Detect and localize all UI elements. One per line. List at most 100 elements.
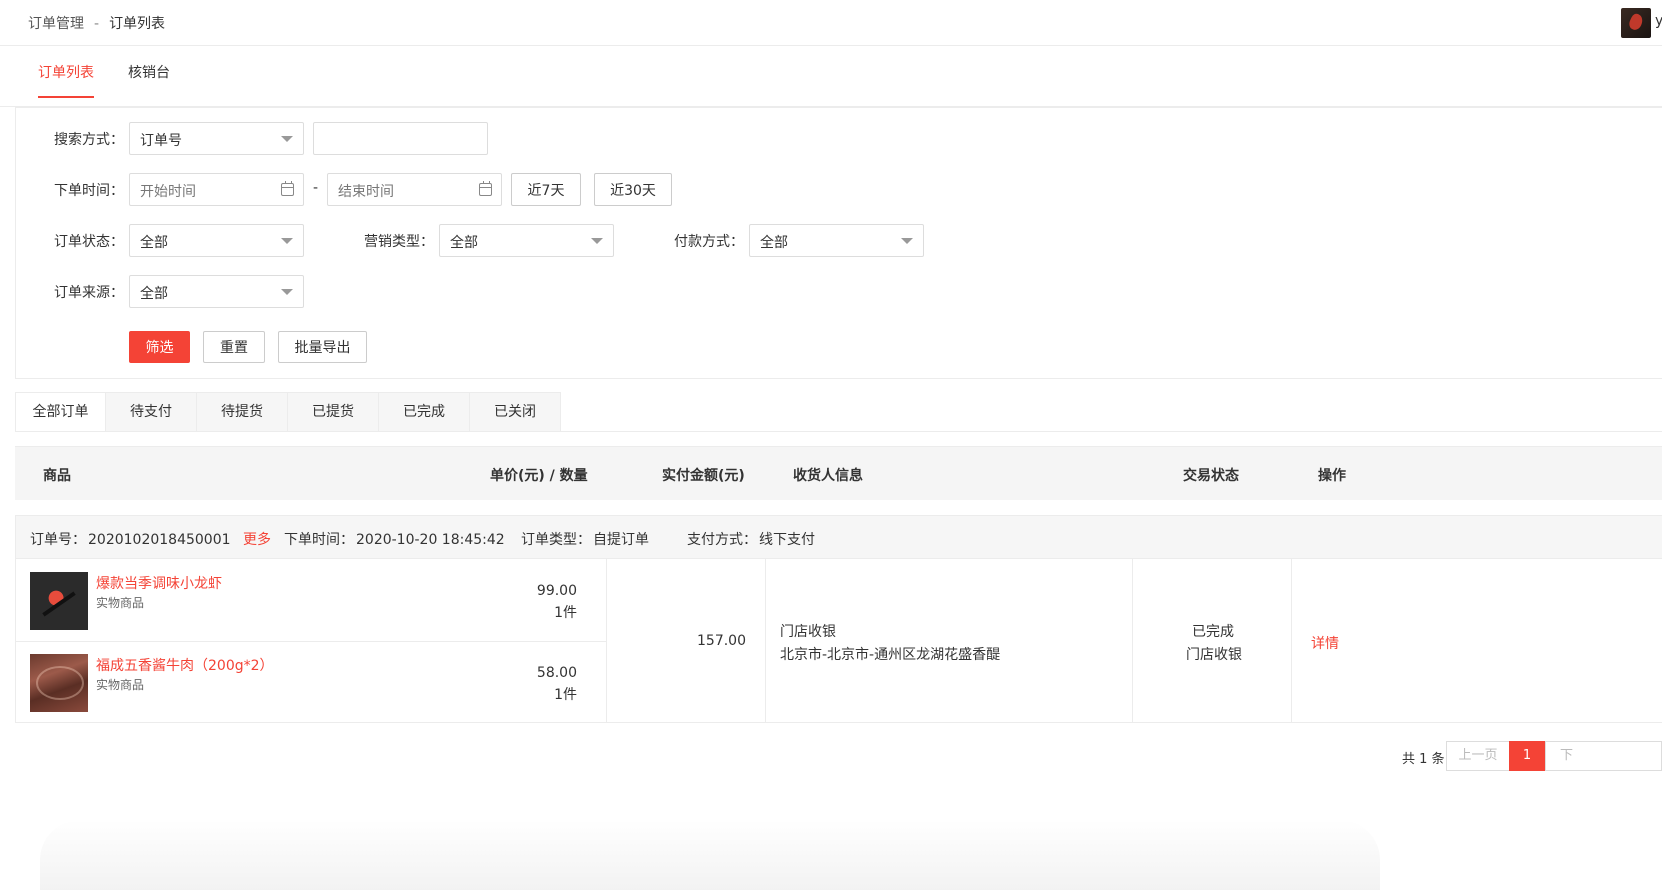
end-date-input[interactable]: 结束时间 xyxy=(327,173,502,206)
order-type-label: 订单类型： xyxy=(521,532,591,548)
order-status-label: 订单状态： xyxy=(54,234,124,250)
marketing-type-select[interactable]: 全部 xyxy=(439,224,614,257)
order-number: 订单号： 2020102018450001 更多 xyxy=(30,529,271,549)
tabs-divider xyxy=(15,431,1662,432)
chevron-down-icon xyxy=(281,289,293,295)
breadcrumb-item-order-management[interactable]: 订单管理 xyxy=(28,13,84,33)
payment-method-select[interactable]: 全部 xyxy=(749,224,924,257)
payment-method-value: 线下支付 xyxy=(759,532,815,548)
marketing-type-value: 全部 xyxy=(450,235,478,251)
page-1-button[interactable]: 1 xyxy=(1509,741,1545,771)
filter-button[interactable]: 筛选 xyxy=(129,331,190,363)
user-name[interactable]: y xyxy=(1655,13,1662,29)
order-status-select[interactable]: 全部 xyxy=(129,224,304,257)
tab-all-orders[interactable]: 全部订单 xyxy=(15,392,106,432)
payment-method-value: 全部 xyxy=(760,235,788,251)
order-time-label: 下单时间： xyxy=(284,532,354,548)
top-bar: 订单管理 - 订单列表 y xyxy=(0,0,1662,46)
search-input[interactable] xyxy=(313,122,488,155)
column-divider xyxy=(1132,559,1133,723)
search-method-label: 搜索方式： xyxy=(54,132,124,148)
payment-method: 支付方式： 线下支付 xyxy=(687,529,815,549)
product-name[interactable]: 福成五香酱牛肉（200g*2） xyxy=(96,655,274,675)
order-time-value: 2020-10-20 18:45:42 xyxy=(356,532,505,548)
next-page-button[interactable]: 下 xyxy=(1545,741,1662,771)
order-type-value: 自提订单 xyxy=(593,532,649,548)
product-thumbnail[interactable] xyxy=(30,654,88,712)
product-name[interactable]: 爆款当季调味小龙虾 xyxy=(96,573,222,593)
tab-order-list[interactable]: 订单列表 xyxy=(38,62,94,98)
calendar-icon xyxy=(281,181,294,196)
last-30-days-button[interactable]: 近30天 xyxy=(594,173,672,206)
chevron-down-icon xyxy=(281,238,293,244)
more-link[interactable]: 更多 xyxy=(243,532,271,548)
order-source-value: 全部 xyxy=(140,286,168,302)
table-header: 商品 单价(元) / 数量 实付金额(元) 收货人信息 交易状态 操作 xyxy=(15,446,1662,500)
column-receiver-info: 收货人信息 xyxy=(793,468,863,484)
calendar-icon xyxy=(479,181,492,196)
order-time: 下单时间： 2020-10-20 18:45:42 xyxy=(284,529,505,549)
tab-verification-desk[interactable]: 核销台 xyxy=(128,62,170,96)
chevron-down-icon xyxy=(591,238,603,244)
start-date-input[interactable]: 开始时间 xyxy=(129,173,304,206)
marketing-type-label: 营销类型： xyxy=(364,234,434,250)
tab-pending-payment[interactable]: 待支付 xyxy=(106,392,197,432)
column-divider xyxy=(606,559,607,723)
payment-method-label: 付款方式： xyxy=(674,234,744,250)
item-divider xyxy=(16,641,606,642)
order-number-label: 订单号： xyxy=(30,532,86,548)
order-type: 订单类型： 自提订单 xyxy=(521,529,649,549)
trade-status-detail: 门店收银 xyxy=(1186,647,1242,663)
product-quantity: 1件 xyxy=(554,687,577,703)
column-price-quantity: 单价(元) / 数量 xyxy=(490,468,588,484)
end-date-placeholder: 结束时间 xyxy=(338,184,394,200)
order-header: 订单号： 2020102018450001 更多 下单时间： 2020-10-20 … xyxy=(16,516,1662,559)
product-thumbnail[interactable] xyxy=(30,572,88,630)
chevron-down-icon xyxy=(281,136,293,142)
avatar[interactable] xyxy=(1621,8,1651,38)
column-action: 操作 xyxy=(1318,468,1346,484)
product-price: 58.00 xyxy=(536,665,577,681)
search-type-select[interactable]: 订单号 xyxy=(129,122,304,155)
column-divider xyxy=(765,559,766,723)
product-type: 实物商品 xyxy=(96,678,145,692)
last-7-days-button[interactable]: 近7天 xyxy=(511,173,581,206)
tab-closed[interactable]: 已关闭 xyxy=(470,392,561,432)
paid-amount: 157.00 xyxy=(697,633,746,649)
breadcrumb: 订单管理 - 订单列表 xyxy=(28,13,165,33)
pager-total: 共 1 条 xyxy=(1402,752,1445,767)
detail-link[interactable]: 详情 xyxy=(1311,633,1339,653)
trade-status: 已完成 xyxy=(1192,624,1234,640)
product-price: 99.00 xyxy=(536,583,577,599)
batch-export-button[interactable]: 批量导出 xyxy=(278,331,367,363)
date-range-separator: - xyxy=(313,180,319,196)
tab-picked-up[interactable]: 已提货 xyxy=(288,392,379,432)
order-status-tabs: 全部订单 待支付 待提货 已提货 已完成 已关闭 xyxy=(15,392,561,432)
breadcrumb-separator: - xyxy=(94,16,100,32)
order-status-value: 全部 xyxy=(140,235,168,251)
payment-method-label: 支付方式： xyxy=(687,532,757,548)
bottom-shadow xyxy=(40,820,1380,890)
tab-completed[interactable]: 已完成 xyxy=(379,392,470,432)
product-quantity: 1件 xyxy=(554,605,577,621)
filter-panel: 搜索方式： 订单号 下单时间： 开始时间 - 结束时间 近7天 近30天 订单状… xyxy=(15,107,1662,379)
search-type-value: 订单号 xyxy=(140,133,182,149)
receiver-address: 北京市-北京市-通州区龙湖花盛香醍 xyxy=(780,647,1001,663)
start-date-placeholder: 开始时间 xyxy=(140,184,196,200)
tab-pending-pickup[interactable]: 待提货 xyxy=(197,392,288,432)
breadcrumb-item-order-list: 订单列表 xyxy=(109,16,166,32)
page-tabs: 订单列表 核销台 xyxy=(0,47,1662,107)
product-type: 实物商品 xyxy=(96,596,145,610)
column-divider xyxy=(1291,559,1292,723)
order-source-label: 订单来源： xyxy=(54,285,124,301)
order-time-label: 下单时间： xyxy=(54,183,124,199)
column-paid-amount: 实付金额(元) xyxy=(662,468,745,484)
receiver-name: 门店收银 xyxy=(780,624,836,640)
chevron-down-icon xyxy=(901,238,913,244)
prev-page-button[interactable]: 上一页 xyxy=(1446,741,1510,771)
column-trade-status: 交易状态 xyxy=(1183,468,1239,484)
order-source-select[interactable]: 全部 xyxy=(129,275,304,308)
order-number-value: 2020102018450001 xyxy=(88,532,231,548)
reset-button[interactable]: 重置 xyxy=(203,331,265,363)
order-card: 订单号： 2020102018450001 更多 下单时间： 2020-10-20 … xyxy=(15,515,1662,723)
